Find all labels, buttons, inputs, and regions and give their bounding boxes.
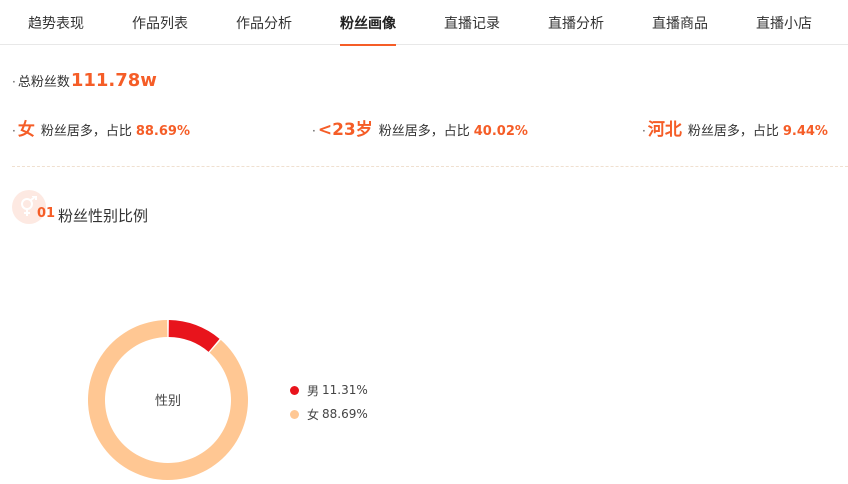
age-stat: · <23岁 粉丝居多，占比 40.02% bbox=[312, 115, 528, 141]
legend-item-female[interactable]: 女 88.69% bbox=[290, 402, 368, 426]
bullet-dot: · bbox=[12, 124, 16, 138]
tab-live-records[interactable]: 直播记录 bbox=[420, 0, 524, 45]
legend-dot-female bbox=[290, 409, 299, 419]
tab-works-analysis[interactable]: 作品分析 bbox=[212, 0, 316, 45]
age-stat-pct: 40.02% bbox=[473, 124, 528, 139]
age-stat-text: 粉丝居多，占比 bbox=[378, 124, 470, 139]
region-stat-pct: 9.44% bbox=[782, 124, 828, 139]
total-fans-label: 总粉丝数 bbox=[17, 75, 70, 90]
donut-center-label: 性别 bbox=[155, 394, 181, 409]
gender-stat: · 女 粉丝居多，占比 88.69% bbox=[12, 115, 190, 141]
gender-donut-chart: 性别 bbox=[88, 320, 248, 480]
tab-trend[interactable]: 趋势表现 bbox=[4, 0, 108, 45]
gender-stat-pct: 88.69% bbox=[135, 124, 190, 139]
legend-label-female: 女 bbox=[307, 407, 320, 422]
legend-value-male: 11.31% bbox=[322, 383, 368, 397]
total-fans-value: 111.78w bbox=[70, 70, 157, 91]
legend-label-male: 男 bbox=[307, 383, 320, 398]
total-fans: · 总粉丝数 111.78w bbox=[12, 70, 157, 96]
legend-dot-male bbox=[290, 385, 299, 395]
tab-live-analysis[interactable]: 直播分析 bbox=[524, 0, 628, 45]
tab-live-shop[interactable]: 直播小店 bbox=[732, 0, 836, 45]
region-stat-key: 河北 bbox=[647, 120, 682, 140]
tab-works-list[interactable]: 作品列表 bbox=[108, 0, 212, 45]
region-stat: · 河北 粉丝居多，占比 9.44% bbox=[642, 115, 828, 141]
bullet-dot: · bbox=[642, 124, 646, 138]
legend-value-female: 88.69% bbox=[322, 407, 368, 421]
tab-fan-profile[interactable]: 粉丝画像 bbox=[316, 0, 420, 45]
bullet-dot: · bbox=[312, 124, 316, 138]
section-title: 粉丝性别比例 bbox=[58, 207, 149, 225]
tab-live-products[interactable]: 直播商品 bbox=[628, 0, 732, 45]
tab-bar: 趋势表现 作品列表 作品分析 粉丝画像 直播记录 直播分析 直播商品 直播小店 bbox=[0, 0, 848, 45]
region-stat-text: 粉丝居多，占比 bbox=[687, 124, 779, 139]
age-stat-key: <23岁 bbox=[317, 120, 373, 140]
legend-item-male[interactable]: 男 11.31% bbox=[290, 378, 368, 402]
donut-slice-male[interactable] bbox=[168, 320, 220, 352]
section-number: 01 bbox=[37, 206, 56, 221]
gender-stat-key: 女 bbox=[17, 120, 35, 140]
section-divider bbox=[12, 166, 848, 167]
gender-stat-text: 粉丝居多，占比 bbox=[40, 124, 132, 139]
bullet-dot: · bbox=[12, 75, 16, 89]
chart-legend: 男 11.31% 女 88.69% bbox=[290, 378, 368, 426]
